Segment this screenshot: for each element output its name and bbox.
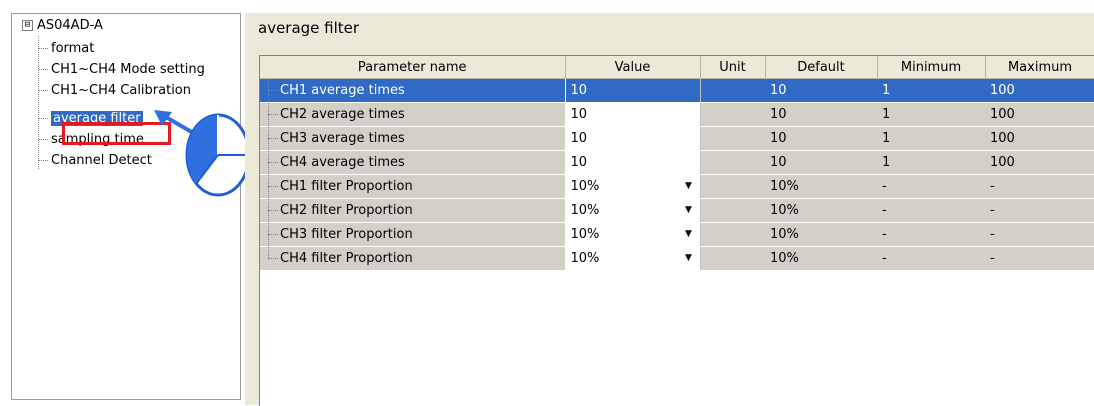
column-header-unit[interactable]: Unit: [700, 56, 766, 79]
dropdown-arrow-icon[interactable]: ▼: [681, 251, 697, 266]
param-name-cell: CH3 filter Proportion: [260, 222, 566, 247]
value-input[interactable]: 10: [565, 150, 701, 175]
default-cell: 10: [765, 150, 877, 175]
tree-item-mode-setting[interactable]: CH1~CH4 Mode setting: [39, 61, 205, 78]
maximum-cell: -: [985, 198, 1094, 223]
maximum-cell: -: [985, 222, 1094, 247]
param-name-cell: CH1 filter Proportion: [260, 174, 566, 199]
value-dropdown[interactable]: 10% ▼: [565, 246, 701, 271]
value-input[interactable]: 10: [565, 102, 701, 127]
tree-root-label: AS04AD-A: [37, 18, 103, 33]
parameter-panel: average filter Parameter name Value Unit…: [245, 13, 1094, 406]
maximum-cell: 100: [985, 102, 1094, 127]
collapse-icon[interactable]: ⊟: [22, 20, 33, 31]
table-row[interactable]: CH1 filter Proportion 10% ▼ 10% - -: [260, 174, 1094, 199]
table-row[interactable]: CH2 filter Proportion 10% ▼ 10% - -: [260, 198, 1094, 223]
value-input[interactable]: 10: [565, 78, 701, 103]
unit-cell: [700, 126, 765, 151]
minimum-cell: -: [877, 198, 985, 223]
minimum-cell: 1: [877, 102, 985, 127]
dropdown-arrow-icon[interactable]: ▼: [681, 227, 697, 242]
table-row[interactable]: CH3 average times 10 10 1 100: [260, 126, 1094, 151]
tree-item-label: Channel Detect: [51, 153, 152, 168]
default-cell: 10%: [765, 222, 877, 247]
minimum-cell: 1: [877, 78, 985, 103]
unit-cell: [700, 246, 765, 271]
param-name-cell: CH3 average times: [260, 126, 566, 151]
minimum-cell: -: [877, 246, 985, 271]
tree-item-channel-detect[interactable]: Channel Detect: [39, 152, 152, 169]
tree-item-label: CH1~CH4 Mode setting: [51, 62, 205, 77]
param-name-cell: CH4 average times: [260, 150, 566, 175]
maximum-cell: 100: [985, 126, 1094, 151]
maximum-cell: 100: [985, 78, 1094, 103]
tree-item-format[interactable]: format: [39, 40, 94, 57]
default-cell: 10: [765, 78, 877, 103]
unit-cell: [700, 102, 765, 127]
unit-cell: [700, 78, 765, 103]
tree-item-label: CH1~CH4 Calibration: [51, 83, 192, 98]
dropdown-arrow-icon[interactable]: ▼: [681, 179, 697, 194]
column-header-maximum[interactable]: Maximum: [985, 56, 1094, 79]
default-cell: 10: [765, 102, 877, 127]
table-row[interactable]: CH2 average times 10 10 1 100: [260, 102, 1094, 127]
panel-title: average filter: [258, 19, 360, 37]
mouse-left-click-icon: [185, 113, 251, 197]
default-cell: 10%: [765, 198, 877, 223]
unit-cell: [700, 198, 765, 223]
default-cell: 10%: [765, 246, 877, 271]
minimum-cell: -: [877, 222, 985, 247]
tree-item-calibration[interactable]: CH1~CH4 Calibration: [39, 82, 191, 99]
value-dropdown[interactable]: 10% ▼: [565, 174, 701, 199]
minimum-cell: 1: [877, 150, 985, 175]
param-name-cell: CH1 average times: [260, 78, 566, 103]
table-row[interactable]: CH1 average times 10 10 1 100: [260, 78, 1094, 103]
value-dropdown[interactable]: 10% ▼: [565, 198, 701, 223]
parameter-grid[interactable]: Parameter name Value Unit Default Minimu…: [259, 55, 1094, 406]
grid-header-row: Parameter name Value Unit Default Minimu…: [260, 56, 1094, 79]
default-cell: 10%: [765, 174, 877, 199]
maximum-cell: -: [985, 246, 1094, 271]
minimum-cell: 1: [877, 126, 985, 151]
value-dropdown[interactable]: 10% ▼: [565, 222, 701, 247]
unit-cell: [700, 174, 765, 199]
unit-cell: [700, 150, 765, 175]
column-header-parameter-name[interactable]: Parameter name: [260, 56, 566, 79]
maximum-cell: 100: [985, 150, 1094, 175]
table-row[interactable]: CH4 average times 10 10 1 100: [260, 150, 1094, 175]
column-header-minimum[interactable]: Minimum: [877, 56, 986, 79]
column-header-value[interactable]: Value: [565, 56, 701, 79]
column-header-default[interactable]: Default: [765, 56, 878, 79]
value-input[interactable]: 10: [565, 126, 701, 151]
minimum-cell: -: [877, 174, 985, 199]
tree-root-node[interactable]: ⊟ AS04AD-A: [22, 17, 103, 35]
dropdown-arrow-icon[interactable]: ▼: [681, 203, 697, 218]
maximum-cell: -: [985, 174, 1094, 199]
settings-tree[interactable]: ⊟ AS04AD-A format CH1~CH4 Mode setting CH…: [11, 13, 241, 400]
default-cell: 10: [765, 126, 877, 151]
table-row[interactable]: CH4 filter Proportion 10% ▼ 10% - -: [260, 246, 1094, 271]
tree-item-label: format: [51, 41, 95, 56]
param-name-cell: CH2 filter Proportion: [260, 198, 566, 223]
unit-cell: [700, 222, 765, 247]
param-name-cell: CH2 average times: [260, 102, 566, 127]
table-row[interactable]: CH3 filter Proportion 10% ▼ 10% - -: [260, 222, 1094, 247]
param-name-cell: CH4 filter Proportion: [260, 246, 566, 271]
